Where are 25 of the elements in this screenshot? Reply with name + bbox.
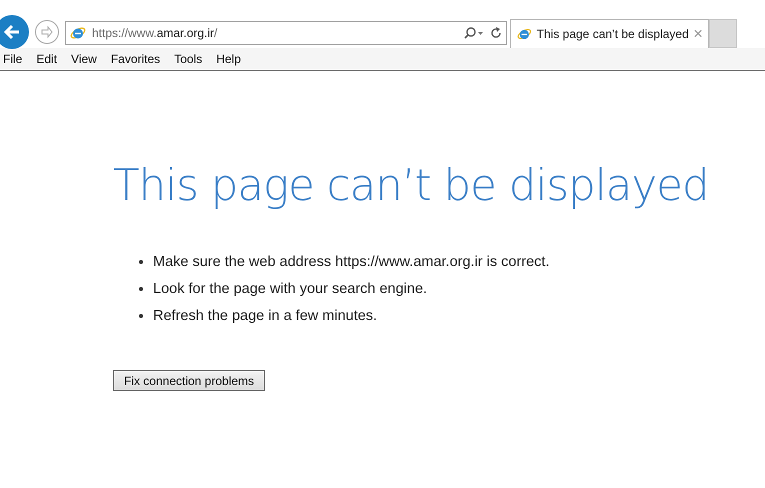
back-button[interactable] [0,15,29,49]
bullet-icon [139,314,143,318]
address-bar[interactable]: https://www.amar.org.ir/ [65,21,507,45]
search-icon[interactable] [464,27,484,39]
bullet-icon [139,287,143,291]
forward-button[interactable] [35,20,59,44]
menu-item[interactable]: Favorites [110,52,160,66]
error-heading: This page can’t be displayed [113,161,710,211]
menu-item[interactable]: Edit [36,52,58,66]
forward-arrow-icon [40,25,54,39]
menu-item[interactable]: Help [216,52,241,66]
browser-logo-icon [70,25,86,41]
fix-connection-button[interactable]: Fix connection problems [113,370,265,391]
menu-item[interactable]: File [3,52,22,66]
tip-text: Make sure the web address https://www.amar.org.ir is correct. [153,254,550,270]
back-arrow-icon [2,22,22,42]
bullet-icon [139,260,143,264]
url-text: https://www.amar.org.ir/ [92,26,218,40]
tip-text: Look for the page with your search engine. [153,281,428,297]
tip-text: Refresh the page in a few minutes. [153,308,378,324]
menu-item[interactable]: Tools [174,52,202,66]
refresh-icon[interactable] [490,27,502,39]
menu-item[interactable]: View [71,52,97,66]
browser-tab[interactable]: This page can’t be displayed [510,18,709,48]
close-icon[interactable] [694,29,702,38]
